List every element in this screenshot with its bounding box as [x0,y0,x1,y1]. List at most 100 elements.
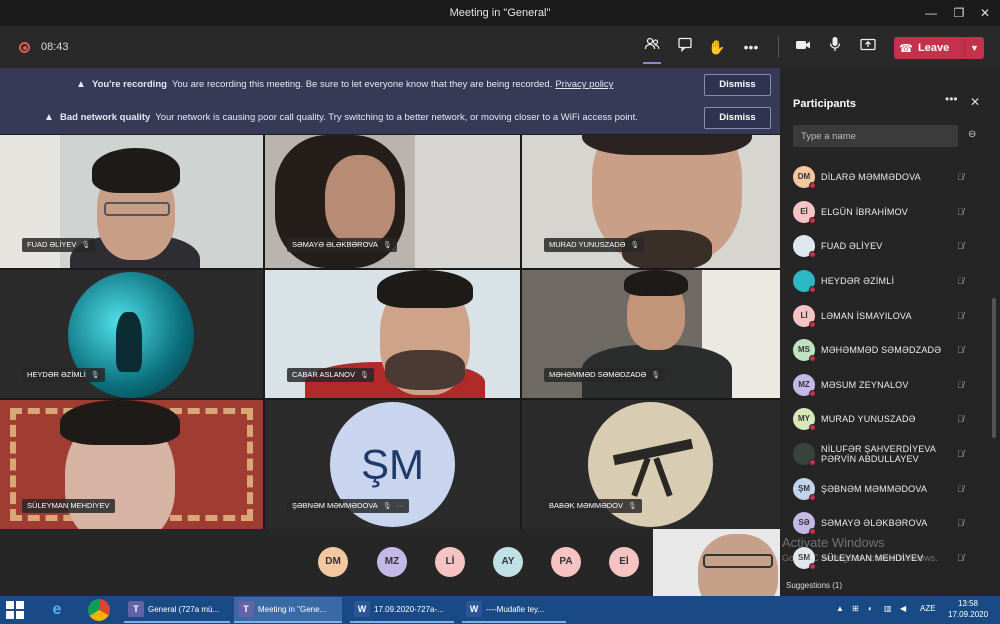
participant-chip[interactable]: MZ [377,547,407,577]
participant-row[interactable]: ŞM ŞƏBNƏM MƏMMƏDOVA 🎙̸ [780,471,988,506]
windows-taskbar: e T General (727a mü... T Meeting in "Gene… [0,596,1000,624]
participant-row[interactable]: Lİ LƏMAN İSMAYILOVA 🎙̸ [780,298,988,333]
participant-row[interactable]: MS MƏHƏMMƏD SƏMƏDZADƏ 🎙̸ [780,333,988,368]
mic-muted-icon[interactable]: 🎙̸ [957,172,964,182]
taskbar-app[interactable]: T General (727a mü... [124,597,230,623]
scrollbar[interactable] [992,298,996,438]
participant-nametag: FUAD ƏLİYEV 🎙 [22,238,96,252]
self-view-video[interactable] [653,529,780,596]
mic-muted-icon[interactable]: 🎙̸ [957,553,964,563]
participants-panel: Participants ••• ✕ ⊖ DM DİLARƏ MƏMMƏDOVA 🎙… [780,68,1000,596]
participant-chip[interactable]: Eİ [609,547,639,577]
video-tile[interactable]: MURAD YUNUSZADƏ 🎙 [522,135,780,268]
taskbar-app[interactable]: W ----Mudafie tey... [462,597,566,623]
mic-muted-icon[interactable]: 🎙̸ [957,518,964,528]
close-panel-icon[interactable]: ✕ [970,95,980,109]
participant-nametag: CABAR ASLANOV 🎙 [287,368,374,382]
camera-icon[interactable] [792,36,814,58]
clock-date: 17.09.2020 [948,610,989,619]
participant-name: ELGÜN İBRAHİMOV [821,206,909,217]
leave-button[interactable]: ☎ Leave ▼ [894,37,984,59]
chrome-icon[interactable] [88,599,110,621]
taskbar-clock[interactable]: 13:58 17.09.2020 [948,598,988,620]
mic-icon: 🎙 [651,372,661,379]
participant-avatar: Lİ [793,304,816,328]
meeting-toolbar: 08:43 ✋ ••• [0,26,1000,68]
participant-chip[interactable]: PA [551,547,581,577]
status-badge [809,182,816,190]
share-screen-icon[interactable] [857,36,879,58]
status-badge [809,562,816,570]
mic-muted-icon[interactable]: 🎙̸ [957,380,964,390]
video-tile[interactable]: MƏHƏMMƏD SƏMƏDZADƏ 🎙 [522,270,780,398]
mic-muted-icon[interactable]: 🎙̸ [957,449,964,459]
glasses [104,202,170,216]
more-actions-icon[interactable]: ••• [740,36,762,58]
taskbar-app[interactable]: W 17.09.2020-727a-... [350,597,454,623]
participant-row[interactable]: Eİ ELGÜN İBRAHİMOV 🎙̸ [780,195,988,230]
participant-nametag: ŞƏBNƏM MƏMMƏDOVA 🎙 ··· [287,499,409,513]
participant-row[interactable]: FUAD ƏLİYEV 🎙̸ [780,229,988,264]
mic-muted-icon[interactable]: 🎙̸ [957,276,964,286]
video-tile[interactable]: CABAR ASLANOV 🎙 [265,270,520,398]
participants-title: Participants [793,98,856,110]
mic-muted-icon[interactable]: 🎙̸ [957,414,964,424]
windows-start-icon[interactable] [6,601,24,619]
privacy-policy-link[interactable]: Privacy policy [555,79,613,90]
chat-icon[interactable] [674,36,696,58]
mic-muted-icon[interactable]: 🎙̸ [957,311,964,321]
glasses [703,554,773,568]
tray-app-icon[interactable]: ⊞ [852,604,859,613]
language-indicator[interactable]: AZE [920,604,936,613]
volume-icon[interactable]: ◀ [900,604,906,613]
video-tile[interactable]: BABƏK MƏMMƏDOV 🎙 [522,400,780,529]
internet-explorer-icon[interactable]: e [46,599,68,621]
raise-hand-icon[interactable]: ✋ [706,36,728,58]
participant-chip[interactable]: AY [493,547,523,577]
tray-chevron-icon[interactable]: ▲ [836,604,844,613]
dismiss-recording-button[interactable]: Dismiss [704,74,771,96]
warning-icon: ▲ [44,112,54,123]
maximize-icon[interactable]: ❐ [950,4,968,22]
participant-avatar [793,270,816,294]
participant-avatar: MZ [793,373,816,397]
dismiss-network-button[interactable]: Dismiss [704,107,771,129]
chevron-down-icon[interactable]: ▼ [964,37,984,59]
participant-list: DM DİLARƏ MƏMMƏDOVA 🎙̸ Eİ ELGÜN İBRAHİMOV 🎙̸ F… [780,160,988,575]
hang-up-icon: ☎ [899,42,913,55]
participant-avatar: DM [793,166,816,190]
participant-chip[interactable]: DM [318,547,348,577]
video-tile[interactable]: HEYDƏR ƏZİMLİ 🎙 [0,270,263,398]
video-tile[interactable]: SƏMAYƏ ƏLƏKBƏROVA 🎙 [265,135,520,268]
video-tile[interactable]: SÜLEYMAN MEHDİYEV [0,400,263,529]
mic-muted-icon[interactable]: 🎙̸ [957,484,964,494]
participant-row[interactable]: MZ MƏSUM ZEYNALOV 🎙̸ [780,368,988,403]
network-icon[interactable]: ▥ [884,604,892,613]
participant-row[interactable]: NİLUFƏR ŞAHVERDİYEVA PƏRVİN ABDULLAYEV 🎙̸ [780,437,988,472]
more-options-icon[interactable]: ••• [945,92,958,106]
minimize-icon[interactable]: — [922,4,940,22]
word-icon: W [354,601,370,617]
share-invite-icon[interactable]: ⊖ [968,129,976,140]
participant-row[interactable]: MY MURAD YUNUSZADƏ 🎙̸ [780,402,988,437]
recording-banner: ▲ You're recording You are recording thi… [0,68,780,101]
participant-row[interactable]: DM DİLARƏ MƏMMƏDOVA 🎙̸ [780,160,988,195]
mic-muted-icon[interactable]: 🎙̸ [957,345,964,355]
participant-row[interactable]: HEYDƏR ƏZİMLİ 🎙̸ [780,264,988,299]
participant-chip[interactable]: Lİ [435,547,465,577]
participant-search-input[interactable] [793,125,958,147]
suggestions-header[interactable]: Suggestions (1) [786,581,842,590]
participant-avatar: Eİ [793,200,816,224]
mic-muted-icon[interactable]: 🎙̸ [957,207,964,217]
participants-toggle-icon[interactable] [641,36,663,64]
taskbar-app[interactable]: T Meeting in "Gene... [234,597,342,623]
video-tile[interactable]: FUAD ƏLİYEV 🎙 [0,135,263,268]
mic-muted-icon[interactable]: 🎙̸ [957,241,964,251]
microphone-icon[interactable] [824,36,846,58]
video-person-hair [92,148,180,193]
tray-app-icon[interactable]: ◐ [868,604,873,613]
mic-icon: 🎙 [630,242,640,249]
video-tile[interactable]: ŞM ŞƏBNƏM MƏMMƏDOVA 🎙 ··· [265,400,520,529]
more-icon: ··· [396,503,404,510]
close-icon[interactable]: ✕ [976,4,994,22]
